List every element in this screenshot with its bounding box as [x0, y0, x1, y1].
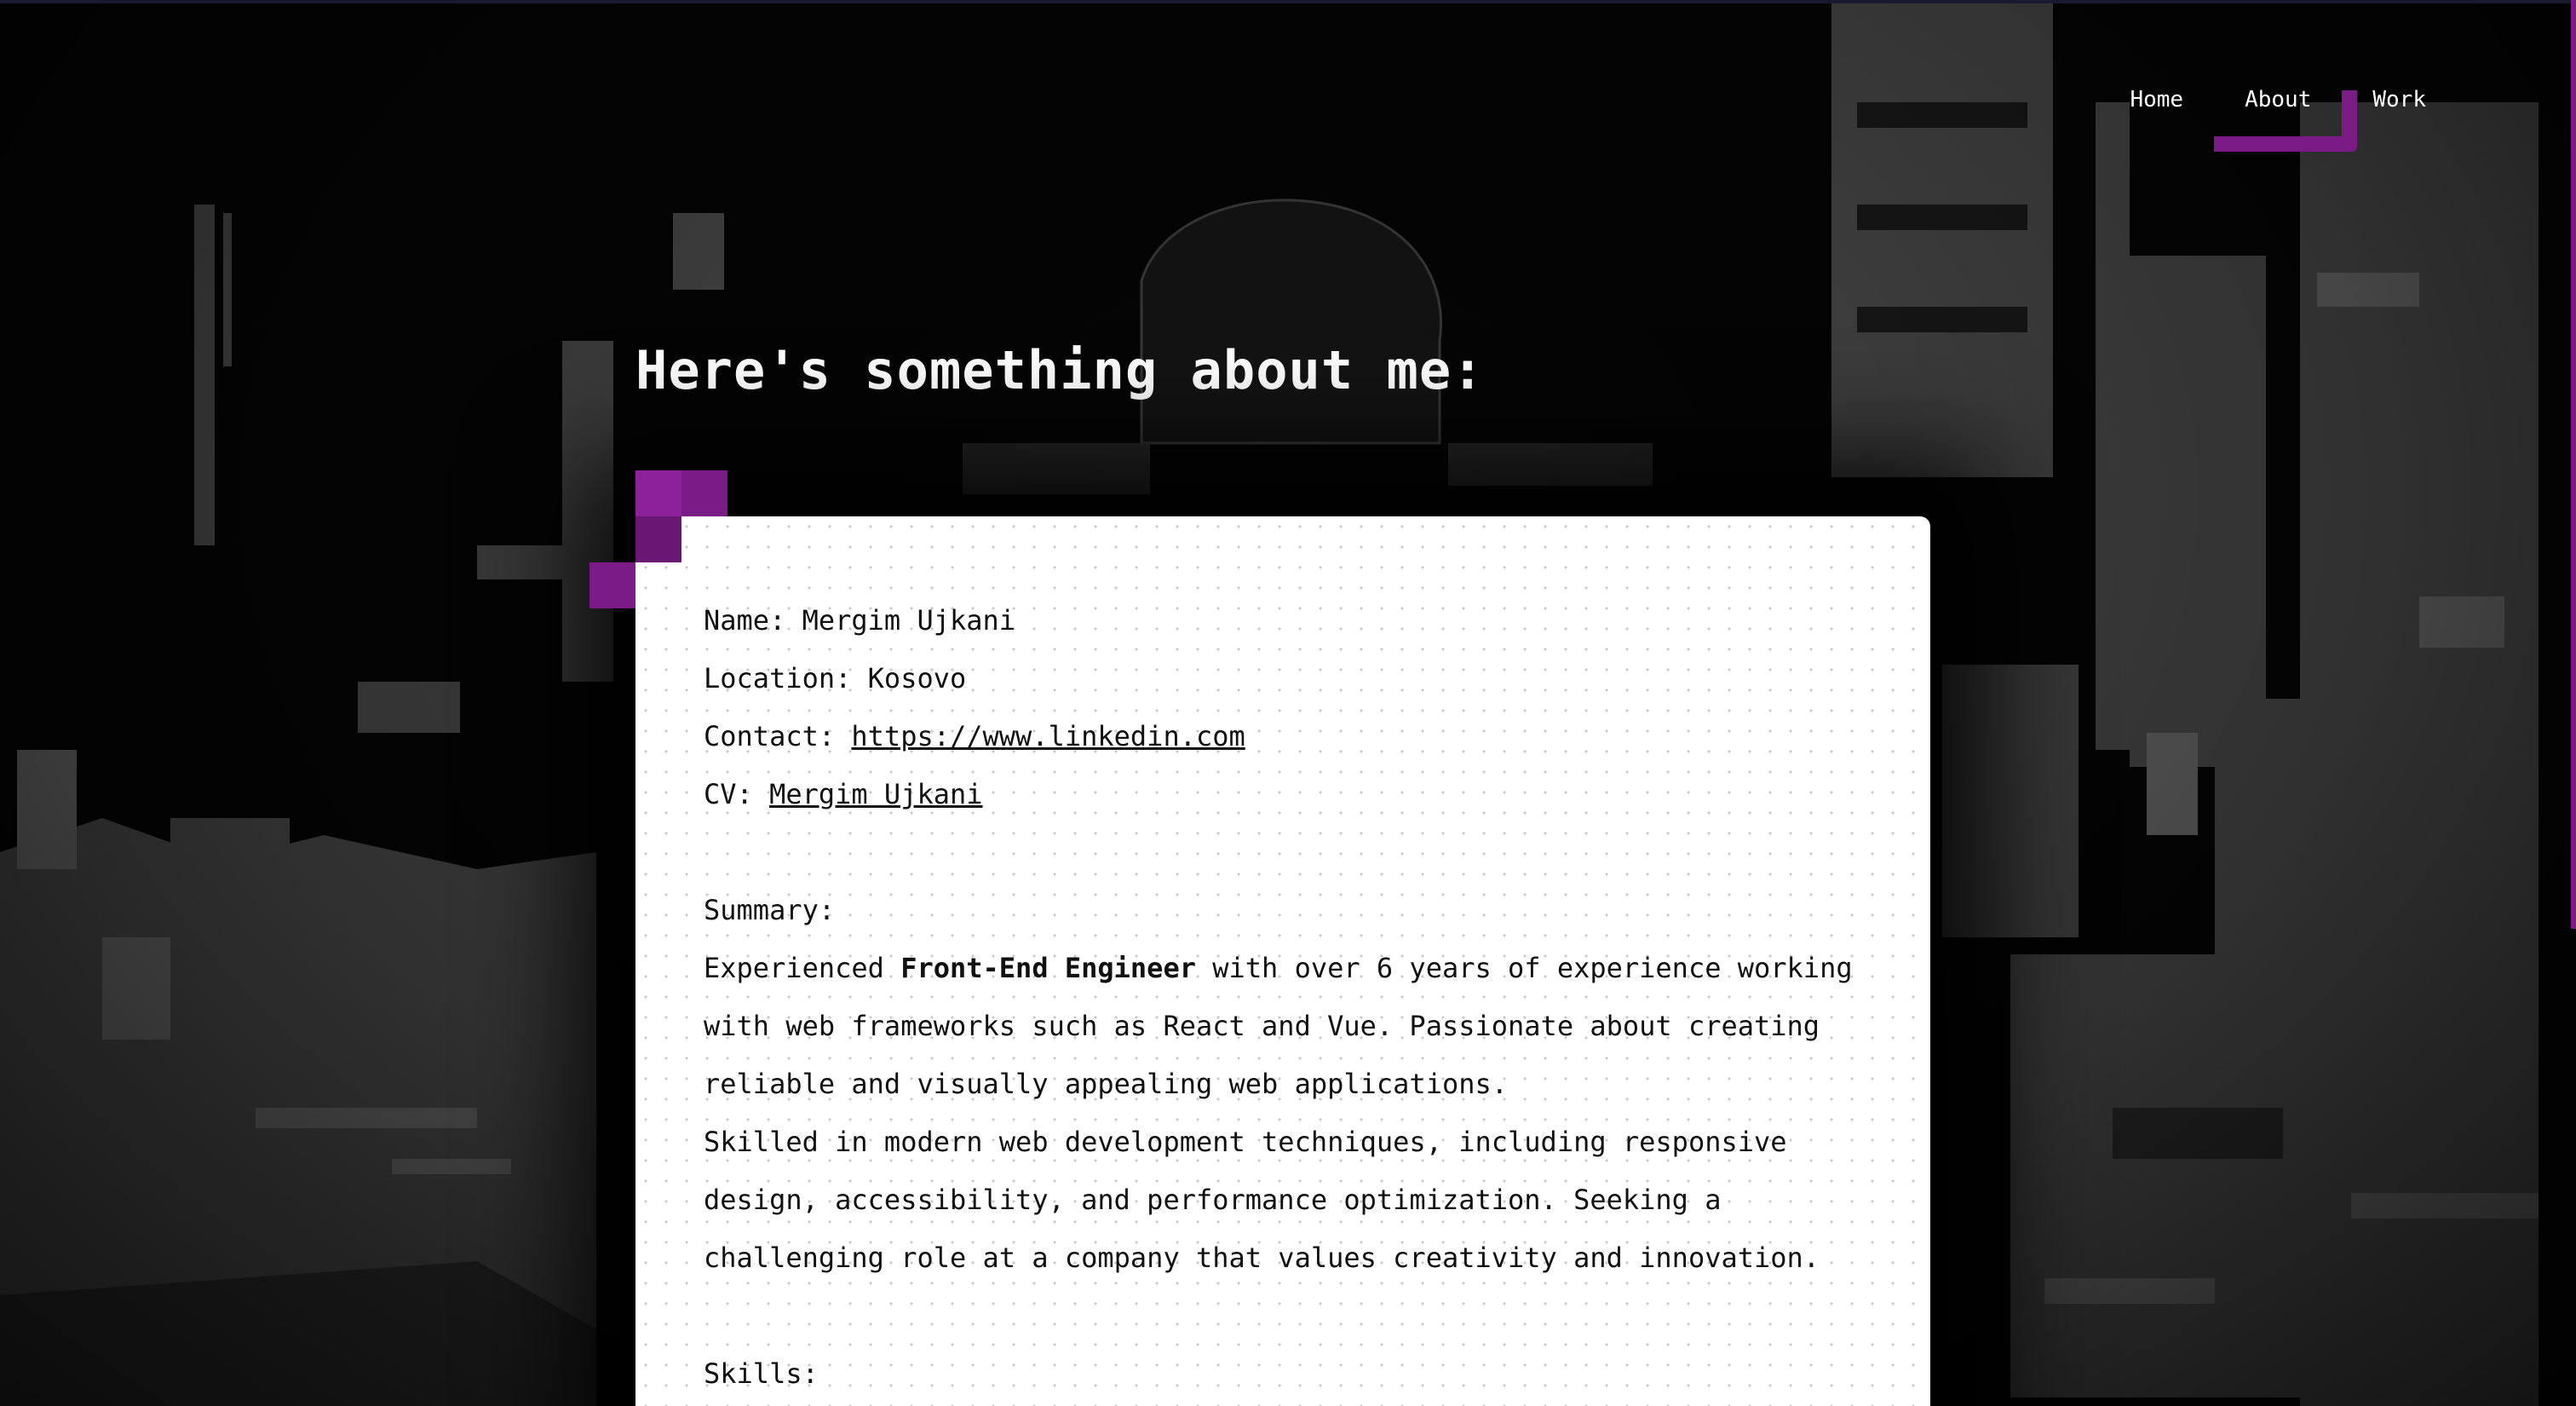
pixel-decoration-2: [681, 470, 727, 516]
cv-link[interactable]: Mergim Ujkani: [769, 778, 982, 810]
contact-link[interactable]: https://www.linkedin.com: [851, 720, 1245, 752]
name-value: Mergim Ujkani: [802, 604, 1016, 637]
scroll-indicator: [2571, 0, 2576, 929]
location-value: Kosovo: [867, 662, 967, 694]
page-title: Here's something about me:: [635, 339, 1485, 401]
summary-paragraph-2: Skilled in modern web development techni…: [704, 1126, 1820, 1274]
summary-p1-before: Experienced: [704, 952, 901, 984]
summary-role-highlight: Front-End Engineer: [900, 952, 1196, 984]
main-nav: Home About Work: [2099, 78, 2457, 152]
profile-contact-row: Contact: https://www.linkedin.com: [704, 707, 1862, 765]
nav-home-link[interactable]: Home: [2099, 78, 2214, 121]
nav-work-link[interactable]: Work: [2342, 78, 2457, 121]
profile-name-row: Name: Mergim Ujkani: [704, 591, 1862, 649]
page: Home About Work Here's something about m…: [0, 0, 2576, 1406]
pixel-decoration-1: [635, 470, 681, 516]
pixel-decoration-3: [635, 516, 681, 562]
summary-label: Summary:: [704, 894, 836, 926]
window-top-border: [0, 0, 2576, 3]
location-label: Location:: [704, 662, 852, 694]
summary-paragraph-1: Experienced Front-End Engineer with over…: [704, 939, 1862, 1113]
name-label: Name:: [704, 604, 786, 637]
pixel-decoration-4: [589, 562, 635, 608]
contact-label: Contact:: [704, 720, 836, 752]
profile-cv-row: CV: Mergim Ujkani: [704, 765, 1862, 823]
nav-about-link[interactable]: About: [2214, 78, 2358, 152]
profile-location-row: Location: Kosovo: [704, 649, 1862, 707]
skills-label: Skills:: [704, 1357, 819, 1390]
cv-label: CV:: [704, 778, 753, 810]
about-card: Name: Mergim Ujkani Location: Kosovo Con…: [635, 516, 1930, 1406]
